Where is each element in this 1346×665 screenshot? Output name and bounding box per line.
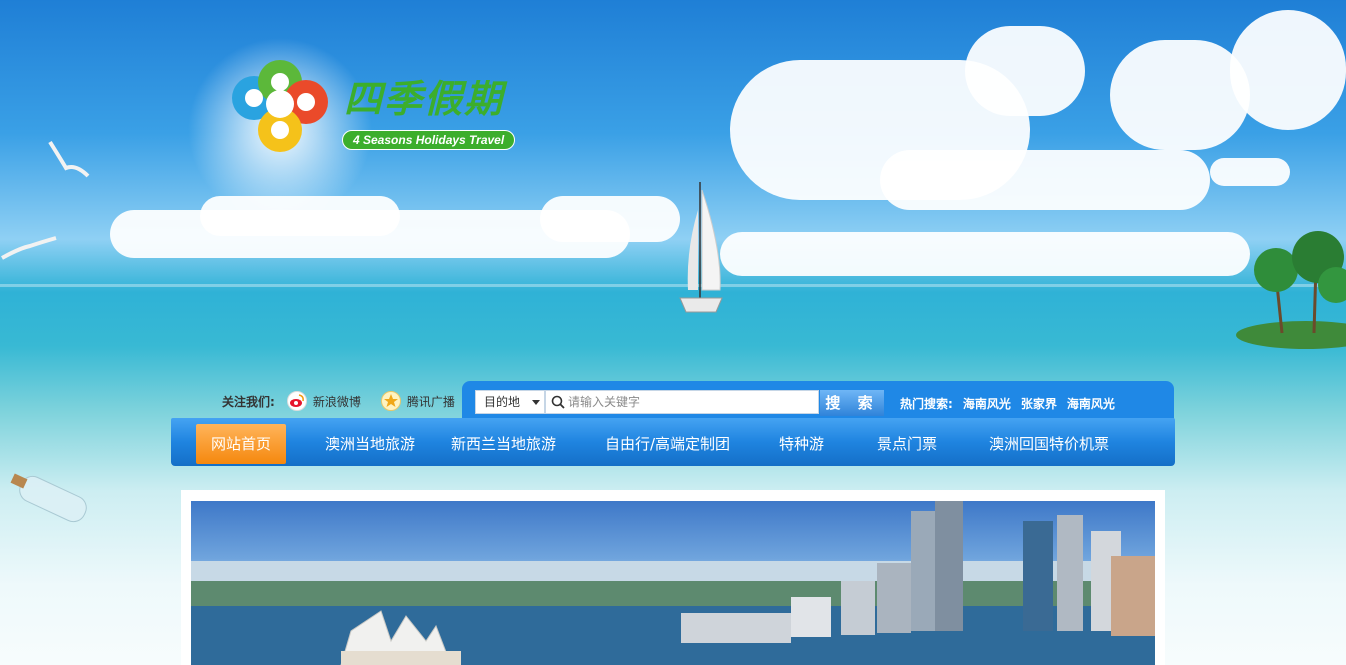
nav-item-flights[interactable]: 澳洲回国特价机票 [989,424,1109,464]
hot-search-link[interactable]: 张家界 [1021,395,1057,412]
seagull-icon [48,140,90,178]
search-input[interactable] [568,393,808,411]
follow-label: 关注我们: [222,394,275,409]
logo-cn-name: 四季假期 [344,76,505,121]
nav-item-nz-local[interactable]: 新西兰当地旅游 [451,424,556,464]
flower-logo-icon [232,60,328,152]
search-panel: 目的地 搜 索 热门搜索: 海南风光 张家界 海南风光 [462,381,1174,421]
palm-island-icon [1236,231,1346,349]
logo-en-name: 4 Seasons Holidays Travel [342,130,516,150]
nav-item-tickets[interactable]: 景点门票 [877,424,937,464]
search-button[interactable]: 搜 索 [820,390,884,416]
hot-search-link[interactable]: 海南风光 [1067,395,1115,412]
search-icon [551,395,565,409]
horizon-line [0,284,1346,287]
sydney-skyline-image [191,501,1155,665]
cloud [720,232,1250,276]
nav-item-custom-tour[interactable]: 自由行/高端定制团 [605,424,730,464]
tencent-label: 腾讯广播 [406,394,455,409]
message-bottle-icon [10,473,87,523]
cloud [1110,40,1250,150]
dropdown-arrow-icon [532,400,540,405]
follow-weibo-link[interactable]: 新浪微博 [286,391,361,411]
cloud [880,150,1210,210]
hot-search-link[interactable]: 海南风光 [963,395,1011,412]
tencent-icon [380,391,401,411]
cloud [1210,158,1290,186]
nav-item-australia-local[interactable]: 澳洲当地旅游 [325,424,415,464]
cloud [200,196,400,236]
seagull-icon [1,236,57,260]
nav-item-home[interactable]: 网站首页 [196,424,286,464]
weibo-label: 新浪微博 [312,394,361,409]
sailboat-icon [679,182,723,313]
banner-image[interactable] [191,501,1155,665]
follow-us-bar: 关注我们: 新浪微博 腾讯广播 [222,391,463,411]
hot-search-label: 热门搜索: [900,397,953,411]
hot-search: 热门搜索: 海南风光 张家界 海南风光 [900,395,1115,412]
site-logo[interactable]: 四季假期 4 Seasons Holidays Travel [226,58,526,162]
destination-select[interactable]: 目的地 [475,390,545,414]
cloud [965,26,1085,116]
cloud [1230,10,1346,130]
keyword-field [545,390,819,414]
destination-value: 目的地 [484,395,521,409]
follow-tencent-link[interactable]: 腾讯广播 [380,391,455,411]
main-nav: 网站首页 澳洲当地旅游 新西兰当地旅游 自由行/高端定制团 特种游 景点门票 澳… [171,418,1175,466]
cloud [540,196,680,242]
nav-item-special-tour[interactable]: 特种游 [779,424,824,464]
weibo-icon [286,391,307,411]
